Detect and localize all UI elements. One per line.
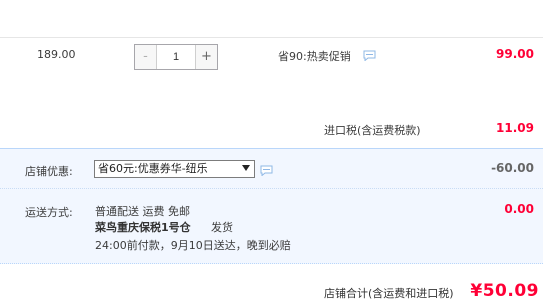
item-subtotal: 99.00 [496, 47, 534, 61]
unit-price: 189.00 [37, 48, 76, 61]
delivery-promise: 24:00前付款，9月10日送达，晚到必赔 [95, 239, 291, 252]
coupon-selected-option: 省60元:优惠券华-纽乐 [98, 162, 208, 175]
row-divider [0, 37, 543, 38]
quantity-stepper[interactable]: - + [134, 44, 218, 70]
section-divider [0, 188, 543, 190]
shipping-fee: 0.00 [504, 202, 534, 216]
decrease-quantity-button[interactable]: - [135, 45, 157, 69]
shipping-dispatch-text: 发货 [211, 221, 233, 234]
order-item-row [0, 0, 543, 148]
store-total-label: 店铺合计(含运费和进口税) [324, 287, 454, 300]
shipping-warehouse: 菜鸟重庆保税1号仓 [95, 221, 191, 234]
message-bubble-icon[interactable] [363, 50, 376, 61]
store-coupon-value: -60.00 [491, 161, 534, 175]
promotion-text: 省90:热卖促销 [278, 50, 351, 63]
import-tax-label: 进口税(含运费税款) [324, 124, 421, 137]
shipping-label: 运送方式: [25, 206, 73, 219]
dropdown-arrow-icon [242, 165, 250, 171]
increase-quantity-button[interactable]: + [195, 45, 217, 69]
import-tax-value: 11.09 [496, 121, 534, 135]
store-coupon-label: 店铺优惠: [25, 165, 73, 178]
message-bubble-icon[interactable] [260, 165, 273, 176]
store-total-value: ¥50.09 [470, 281, 539, 301]
quantity-input[interactable] [157, 45, 195, 69]
store-coupon-select[interactable]: 省60元:优惠券华-纽乐 [94, 160, 255, 178]
shipping-method: 普通配送 运费 免邮 [95, 205, 190, 218]
